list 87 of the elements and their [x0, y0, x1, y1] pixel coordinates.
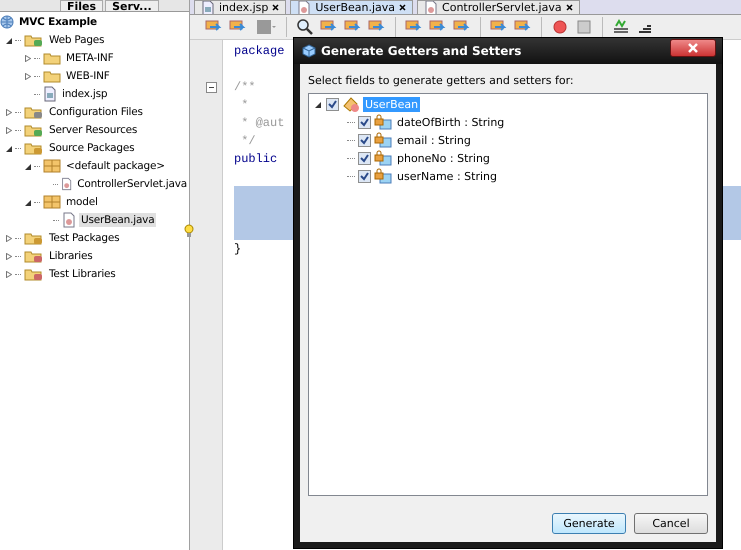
expanded-icon[interactable]: [315, 100, 321, 108]
search-icon[interactable]: [295, 18, 315, 36]
folder-icon: [43, 51, 61, 65]
tree-item[interactable]: Web Pages: [47, 33, 106, 47]
code-line: * @aut: [240, 116, 284, 130]
prompt-text: Select fields to generate getters and setters for:: [308, 74, 575, 89]
close-icon[interactable]: [272, 4, 280, 11]
collapsed-icon[interactable]: [6, 270, 12, 278]
folder-badge-icon: [24, 141, 44, 155]
collapsed-icon[interactable]: [25, 72, 31, 80]
tab-label: index.jsp: [219, 1, 268, 14]
folder-badge-icon: [24, 231, 44, 245]
expanded-icon[interactable]: [25, 162, 31, 170]
collapsed-icon[interactable]: [6, 234, 12, 242]
close-button[interactable]: [670, 39, 716, 57]
tree-item[interactable]: Source Packages: [47, 141, 136, 155]
checkbox[interactable]: [326, 98, 339, 110]
tab-label: UserBean.java: [315, 1, 396, 14]
tree-item[interactable]: index.jsp: [60, 87, 110, 101]
java-file-icon: [297, 1, 312, 14]
folder-badge-icon: [24, 33, 44, 47]
code-line: }: [234, 242, 242, 256]
collapsed-icon[interactable]: [25, 54, 31, 62]
tree-item[interactable]: Libraries: [47, 249, 95, 263]
code-line: *: [240, 98, 248, 112]
editor-tab[interactable]: index.jsp: [194, 0, 286, 14]
code-line: /**: [234, 80, 256, 94]
tree-item[interactable]: phoneNo : String: [395, 150, 492, 166]
tree-item[interactable]: WEB-INF: [64, 69, 112, 83]
tree-item[interactable]: dateOfBirth : String: [395, 114, 506, 130]
checkbox[interactable]: [358, 170, 371, 182]
checkbox[interactable]: [358, 152, 371, 164]
panel-tab[interactable]: Files: [60, 0, 104, 11]
tree-item[interactable]: Test Libraries: [47, 267, 118, 281]
tree-item[interactable]: ControllerServlet.java: [75, 177, 189, 191]
close-icon: [686, 43, 700, 53]
fold-icon[interactable]: [206, 82, 217, 93]
cube-icon: [302, 44, 316, 58]
globe-icon: [0, 15, 14, 29]
close-icon[interactable]: [399, 4, 406, 11]
folder-badge-icon: [24, 249, 44, 263]
lock-icon: [374, 114, 392, 130]
code-line: public: [234, 152, 278, 166]
expanded-icon[interactable]: [6, 36, 12, 44]
tree-item[interactable]: email : String: [395, 132, 473, 148]
folder-badge-icon: [24, 105, 44, 119]
file-icon: [201, 1, 215, 14]
window-title: Generate Getters and Setters: [321, 44, 522, 58]
expanded-icon[interactable]: [6, 144, 12, 152]
tab-label: ControllerServlet.java: [442, 1, 562, 14]
lightbulb-icon[interactable]: [184, 224, 194, 238]
tree-item[interactable]: Configuration Files: [47, 105, 145, 119]
java-file-icon: [60, 176, 72, 192]
checkbox[interactable]: [358, 134, 371, 146]
package-icon: [43, 195, 61, 209]
dialog-button[interactable]: Cancel: [634, 513, 708, 534]
editor-tab[interactable]: UserBean.java: [290, 0, 414, 14]
tree-item[interactable]: model: [64, 195, 100, 209]
editor-tab[interactable]: ControllerServlet.java: [417, 0, 580, 14]
file-icon: [43, 86, 57, 102]
collapsed-icon[interactable]: [6, 252, 12, 260]
java-file-icon: [424, 1, 438, 14]
lock-icon: [374, 132, 392, 148]
collapsed-icon[interactable]: [6, 126, 12, 134]
tree-item[interactable]: META-INF: [64, 51, 116, 65]
lock-icon: [374, 168, 392, 184]
folder-icon: [43, 69, 61, 83]
tree-item[interactable]: <default package>: [64, 159, 167, 173]
lock-icon: [374, 150, 392, 166]
code-line: package: [234, 44, 284, 58]
folder-badge-icon: [24, 123, 44, 137]
dialog-button[interactable]: Generate: [552, 513, 626, 534]
expanded-icon[interactable]: [25, 198, 31, 206]
tree-item[interactable]: userName : String: [395, 168, 499, 184]
checkbox[interactable]: [358, 116, 371, 128]
tree-item[interactable]: UserBean.java: [79, 213, 156, 227]
folder-badge-icon: [24, 267, 44, 281]
panel-tab[interactable]: Serv...: [105, 0, 159, 11]
java-file-icon: [62, 212, 76, 228]
tree-item[interactable]: MVC Example: [17, 15, 99, 29]
class-icon: [342, 96, 360, 112]
package-icon: [43, 159, 61, 173]
tree-item[interactable]: Test Packages: [47, 231, 122, 245]
close-icon[interactable]: [566, 4, 573, 11]
collapsed-icon[interactable]: [6, 108, 12, 116]
tree-item[interactable]: Server Resources: [47, 123, 140, 137]
code-line: */: [240, 134, 256, 148]
